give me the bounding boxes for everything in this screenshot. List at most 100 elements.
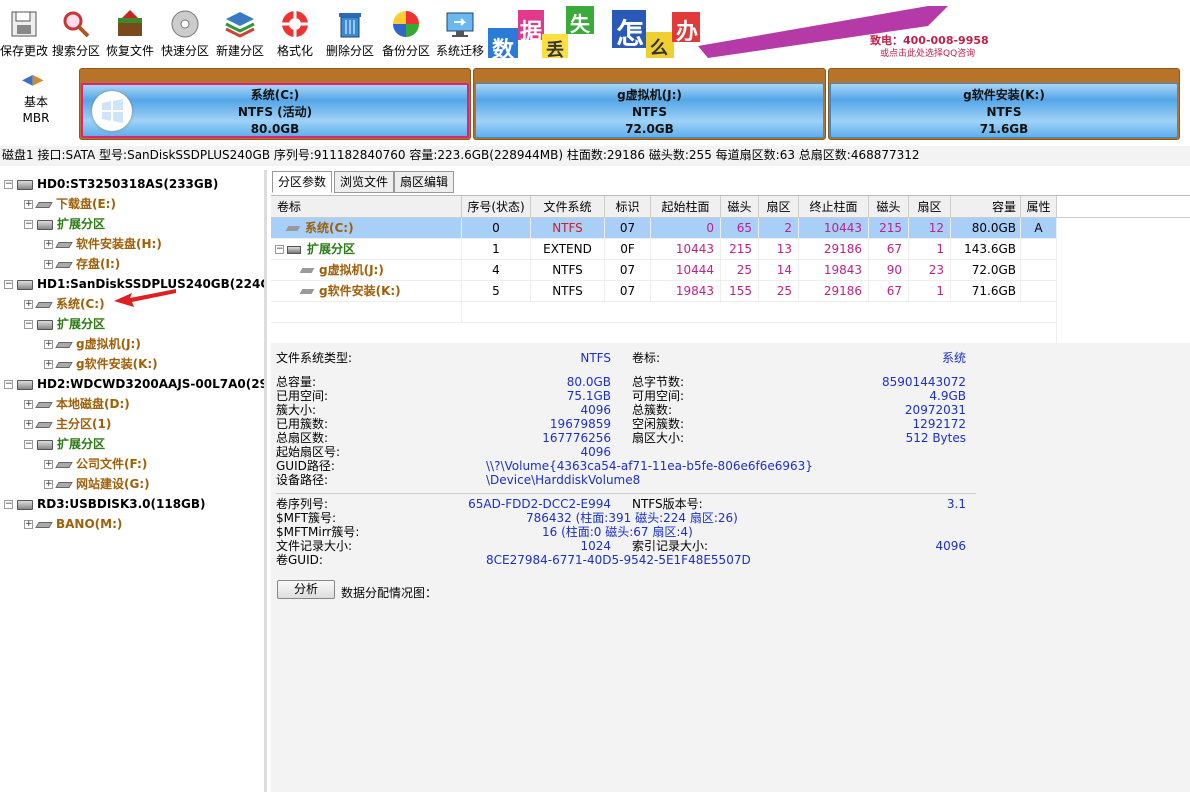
table-cell[interactable]: 29186	[799, 239, 869, 260]
disk-nav-arrows[interactable]: ◀▶	[22, 72, 44, 88]
tree-node-extended[interactable]: − 扩展分区	[24, 434, 105, 454]
tree-node-partition[interactable]: + 下载盘(E:)	[24, 194, 116, 214]
table-cell[interactable]: 07	[605, 218, 651, 239]
promo-banner[interactable]: 数 据 丢 失 怎 么 办 DiskGenius 团队为您服务 致电：400-0…	[488, 6, 988, 58]
quick-partition-button[interactable]: 快速分区	[158, 0, 212, 62]
table-cell[interactable]: 07	[605, 260, 651, 281]
tree-node-partition[interactable]: + BANO(M:)	[24, 514, 122, 534]
table-cell[interactable]: 25	[721, 260, 759, 281]
table-cell[interactable]: 0	[651, 218, 721, 239]
tree-node-disk[interactable]: − RD3:USBDISK3.0(118GB)	[4, 494, 206, 514]
col-header[interactable]: 磁头	[869, 196, 909, 218]
system-migration-button[interactable]: 系统迁移	[434, 0, 486, 62]
table-cell[interactable]: 25	[759, 281, 799, 302]
expand-icon[interactable]: +	[24, 420, 33, 429]
table-cell[interactable]: 10443	[651, 239, 721, 260]
tree-node-partition[interactable]: + 本地磁盘(D:)	[24, 394, 130, 414]
table-cell[interactable]: 19843	[799, 260, 869, 281]
partition-block-j[interactable]: g虚拟机(J:) NTFS 72.0GB	[473, 68, 826, 140]
table-cell[interactable]: 1	[462, 239, 531, 260]
col-header[interactable]: 序号(状态)	[462, 196, 531, 218]
table-cell[interactable]: NTFS	[531, 218, 605, 239]
col-header[interactable]: 属性	[1021, 196, 1057, 218]
table-cell[interactable]: 67	[869, 239, 909, 260]
table-cell[interactable]: 14	[759, 260, 799, 281]
disk-tree[interactable]: − HD0:ST3250318AS(233GB) + 下载盘(E:) − 扩展分区 +…	[0, 170, 267, 792]
table-cell[interactable]: 215	[721, 239, 759, 260]
table-cell[interactable]: 23	[909, 260, 951, 281]
collapse-icon[interactable]: −	[4, 280, 13, 289]
tree-node-partition[interactable]: + 公司文件(F:)	[44, 454, 147, 474]
collapse-icon[interactable]: −	[275, 245, 284, 254]
table-cell[interactable]: 10444	[651, 260, 721, 281]
col-header[interactable]: 终止柱面	[799, 196, 869, 218]
collapse-icon[interactable]: −	[4, 380, 13, 389]
table-cell[interactable]: 143.6GB	[951, 239, 1021, 260]
table-cell[interactable]	[1021, 281, 1057, 302]
tree-node-disk[interactable]: −HD2:WDCWD3200AAJS-00L7A0(298GB)	[4, 374, 264, 394]
recover-files-button[interactable]: 恢复文件	[104, 0, 156, 62]
table-cell[interactable]: 19843	[651, 281, 721, 302]
table-cell[interactable]: 65	[721, 218, 759, 239]
table-cell[interactable]: 215	[869, 218, 909, 239]
search-partition-button[interactable]: 搜索分区	[50, 0, 102, 62]
table-cell[interactable]: NTFS	[531, 281, 605, 302]
tree-node-extended[interactable]: − 扩展分区	[24, 214, 105, 234]
expand-icon[interactable]: +	[44, 240, 53, 249]
col-header[interactable]: 起始柱面	[651, 196, 721, 218]
table-cell[interactable]: 4	[462, 260, 531, 281]
expand-icon[interactable]: +	[24, 200, 33, 209]
col-header[interactable]: 磁头	[721, 196, 759, 218]
table-cell[interactable]: 10443	[799, 218, 869, 239]
tree-node-partition[interactable]: + g软件安装(K:)	[44, 354, 158, 374]
tree-node-partition[interactable]: + g虚拟机(J:)	[44, 334, 141, 354]
table-row-0-label[interactable]: 系统(C:)	[271, 218, 462, 239]
table-row-1-label[interactable]: − 扩展分区	[271, 239, 462, 260]
table-cell[interactable]: 12	[909, 218, 951, 239]
next-disk-icon[interactable]: ▶	[33, 72, 44, 88]
expand-icon[interactable]: +	[44, 340, 53, 349]
table-cell[interactable]: 13	[759, 239, 799, 260]
delete-partition-button[interactable]: 删除分区	[324, 0, 376, 62]
collapse-icon[interactable]: −	[24, 220, 33, 229]
table-cell[interactable]	[1021, 239, 1057, 260]
table-row-3-label[interactable]: g软件安装(K:)	[271, 281, 462, 302]
partition-block-k[interactable]: g软件安装(K:) NTFS 71.6GB	[828, 68, 1180, 140]
table-cell[interactable]: A	[1021, 218, 1057, 239]
expand-icon[interactable]: +	[44, 360, 53, 369]
table-cell[interactable]: 5	[462, 281, 531, 302]
col-header[interactable]: 文件系统	[531, 196, 605, 218]
table-cell[interactable]: 72.0GB	[951, 260, 1021, 281]
collapse-icon[interactable]: −	[4, 500, 13, 509]
table-cell[interactable]: 80.0GB	[951, 218, 1021, 239]
tree-node-partition[interactable]: + 存盘(I:)	[44, 254, 120, 274]
tree-node-partition[interactable]: + 软件安装盘(H:)	[44, 234, 162, 254]
table-cell[interactable]: EXTEND	[531, 239, 605, 260]
expand-icon[interactable]: +	[24, 520, 33, 529]
table-cell[interactable]: 155	[721, 281, 759, 302]
table-cell[interactable]: 67	[869, 281, 909, 302]
table-cell[interactable]: 90	[869, 260, 909, 281]
col-header[interactable]: 容量	[951, 196, 1021, 218]
table-cell[interactable]	[1021, 260, 1057, 281]
table-cell[interactable]: 1	[909, 281, 951, 302]
table-cell[interactable]: 0	[462, 218, 531, 239]
collapse-icon[interactable]: −	[24, 440, 33, 449]
format-button[interactable]: 格式化	[270, 0, 320, 62]
table-cell[interactable]: 0F	[605, 239, 651, 260]
tree-node-extended[interactable]: − 扩展分区	[24, 314, 105, 334]
expand-icon[interactable]: +	[24, 400, 33, 409]
col-header[interactable]: 卷标	[271, 196, 462, 218]
collapse-icon[interactable]: −	[4, 180, 13, 189]
table-cell[interactable]: 2	[759, 218, 799, 239]
col-header[interactable]: 标识	[605, 196, 651, 218]
save-button[interactable]: 保存更改	[0, 0, 48, 62]
tab-browse-files[interactable]: 浏览文件	[334, 171, 395, 193]
banner-qq[interactable]: 或点击此处选择QQ咨询	[880, 46, 975, 58]
table-cell[interactable]: 71.6GB	[951, 281, 1021, 302]
tree-node-disk[interactable]: − HD0:ST3250318AS(233GB)	[4, 174, 218, 194]
backup-partition-button[interactable]: 备份分区	[380, 0, 432, 62]
table-row-2-label[interactable]: g虚拟机(J:)	[271, 260, 462, 281]
col-header[interactable]: 扇区	[759, 196, 799, 218]
expand-icon[interactable]: +	[44, 460, 53, 469]
